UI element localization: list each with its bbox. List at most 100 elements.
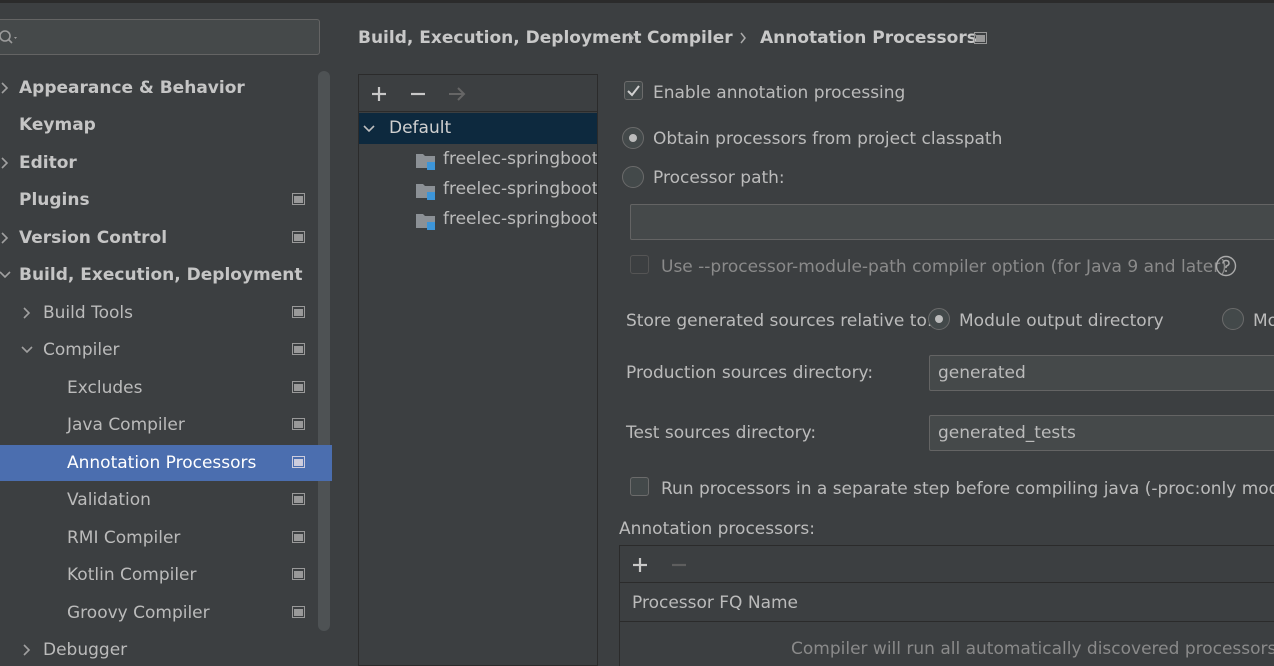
project-settings-icon [292,531,305,543]
chevron-right-icon [1,232,9,244]
module-item[interactable]: freelec-springboot2 [359,205,597,235]
add-icon[interactable] [630,555,650,575]
profile-default[interactable]: Default [359,113,597,144]
module-output-directory-label: Module output directory [959,311,1164,331]
sidebar-item-debugger[interactable]: Debugger [0,632,332,666]
sidebar-item-label: Version Control [19,228,168,248]
sidebar-item-appearance[interactable]: Appearance & Behavior [0,70,332,106]
processor-path-radio[interactable] [622,166,644,188]
production-dir-label: Production sources directory: [626,363,874,383]
chevron-down-icon [21,346,33,354]
enable-annotation-checkbox[interactable] [624,81,643,100]
chevron-right-icon [628,32,634,44]
search-input[interactable] [0,19,320,55]
obtain-from-classpath-label: Obtain processors from project classpath [653,129,1003,149]
chevron-right-icon [23,307,31,319]
profiles-panel: Default freelec-springboot2 freelec-spri… [358,74,598,666]
project-settings-icon [292,231,305,243]
project-settings-icon [292,343,305,355]
module-output-directory-radio[interactable] [928,308,950,330]
test-dir-label: Test sources directory: [626,423,817,443]
sidebar-item-label: Build, Execution, Deployment [19,265,303,285]
sidebar-item-label: Validation [67,490,151,510]
module-item[interactable]: freelec-springboot2 [359,175,597,205]
test-dir-input[interactable]: generated_tests [929,415,1274,451]
project-settings-icon [292,418,305,430]
obtain-from-classpath-radio[interactable] [622,127,644,149]
project-settings-icon [292,606,305,618]
sidebar-item-compiler[interactable]: Compiler [0,332,332,368]
search-icon [0,30,17,44]
breadcrumb-item[interactable]: Build, Execution, Deployment [358,28,642,52]
module-item[interactable]: freelec-springboot2 [359,145,597,175]
sidebar-item-label: Plugins [19,190,90,210]
sidebar-item-label: Groovy Compiler [67,603,210,623]
sidebar-item-java-compiler[interactable]: Java Compiler [0,407,332,443]
help-icon[interactable] [1215,255,1237,277]
module-content-root-label: Mo [1253,311,1274,331]
processor-path-label: Processor path: [653,168,785,188]
sidebar-item-validation[interactable]: Validation [0,482,332,518]
sidebar-item-editor[interactable]: Editor [0,145,332,181]
sidebar-item-plugins[interactable]: Plugins [0,182,332,218]
sidebar-item-label: Build Tools [43,303,133,323]
sidebar-item-version-control[interactable]: Version Control [0,220,332,256]
ap-column-label: Processor FQ Name [632,593,798,613]
sidebar-item-groovy-compiler[interactable]: Groovy Compiler [0,595,332,631]
sidebar-item-rmi-compiler[interactable]: RMI Compiler [0,520,332,556]
sidebar-item-keymap[interactable]: Keymap [0,107,332,143]
chevron-down-icon [0,271,11,279]
radio-dot [629,134,637,142]
sidebar-item-annotation-processors[interactable]: Annotation Processors [0,445,332,481]
project-settings-icon [292,493,305,505]
sidebar-item-excludes[interactable]: Excludes [0,370,332,406]
ap-column-header[interactable]: Processor FQ Name [620,584,1274,622]
ap-empty-text: Compiler will run all automatically disc… [791,639,1274,659]
sidebar-item-label: Debugger [43,640,128,660]
remove-icon[interactable] [408,84,428,104]
profile-default-label: Default [389,118,452,138]
sidebar-item-label: Excludes [67,378,143,398]
chevron-right-icon [1,157,9,169]
chevron-down-icon [363,125,375,133]
add-icon[interactable] [369,84,389,104]
breadcrumb-item: Annotation Processors [760,28,977,48]
module-folder-icon [416,184,435,200]
project-settings-icon [974,32,987,44]
checkmark-icon [627,85,640,97]
ap-toolbar [620,546,1274,583]
module-folder-icon [416,214,435,230]
module-path-label: Use --processor-module-path compiler opt… [661,257,1227,277]
project-settings-icon [292,568,305,580]
remove-icon[interactable] [669,555,689,575]
settings-sidebar: Appearance & Behavior Keymap Editor Plug… [0,3,332,666]
enable-annotation-label: Enable annotation processing [653,83,906,103]
module-folder-icon [416,154,435,170]
project-settings-icon [292,381,305,393]
production-dir-input[interactable]: generated [929,355,1274,391]
radio-dot [935,315,943,323]
sidebar-item-label: Keymap [19,115,96,135]
annotation-processors-table: Processor FQ Name Compiler will run all … [619,545,1274,666]
sidebar-item-label: Editor [19,153,77,173]
sidebar-item-build-execution-deployment[interactable]: Build, Execution, Deployment [0,257,332,293]
project-settings-icon [292,193,305,205]
chevron-right-icon [23,644,31,656]
module-content-root-radio[interactable] [1222,308,1244,330]
sidebar-item-label: Kotlin Compiler [67,565,197,585]
sidebar-item-label: Compiler [43,340,120,360]
store-relative-label: Store generated sources relative to: [626,311,933,331]
project-settings-icon [292,306,305,318]
separate-step-label: Run processors in a separate step before… [661,479,1274,499]
breadcrumb-item[interactable]: Compiler [647,28,733,52]
sidebar-item-kotlin-compiler[interactable]: Kotlin Compiler [0,557,332,593]
sidebar-item-label: Appearance & Behavior [19,78,245,98]
separate-step-checkbox[interactable] [630,477,649,496]
chevron-right-icon [740,32,746,44]
sidebar-item-build-tools[interactable]: Build Tools [0,295,332,331]
move-right-icon[interactable] [447,84,467,104]
sidebar-item-label: Annotation Processors [67,453,257,473]
module-path-checkbox[interactable] [630,255,649,274]
processor-path-input[interactable] [630,204,1274,240]
sidebar-item-label: Java Compiler [67,415,185,435]
